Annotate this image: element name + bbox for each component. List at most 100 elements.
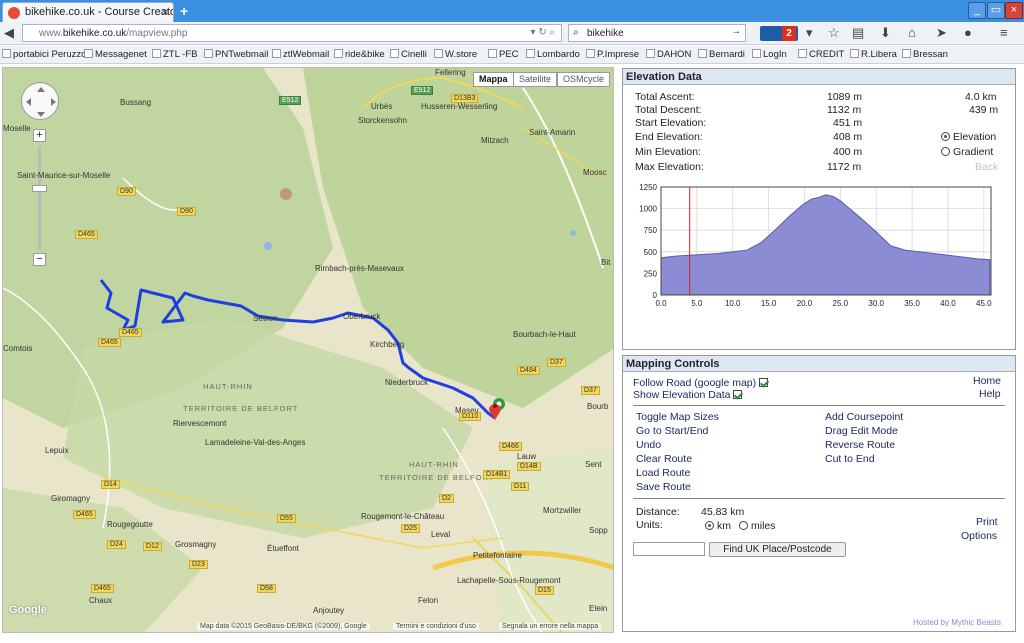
map-town-label: Niederbruck xyxy=(385,378,429,387)
road-badge: D465 xyxy=(91,584,114,593)
minimize-icon[interactable]: _ xyxy=(968,2,986,19)
back-arrow-icon[interactable]: ◀ xyxy=(4,25,14,41)
map-type-mappa[interactable]: Mappa xyxy=(473,72,514,87)
bookmark-item[interactable]: PNTwebmail xyxy=(204,49,268,60)
cursor-elevation: 439 m xyxy=(969,104,999,116)
stat-value: 408 m xyxy=(833,131,863,143)
bookmark-item[interactable]: Bernardi xyxy=(698,49,745,60)
bookmark-item[interactable]: Lombardo xyxy=(526,49,580,60)
bookmark-item[interactable]: PEC xyxy=(488,49,519,60)
url-bar[interactable]: www.bikehike.co.uk/mapview.php ▾ ↻ ⌕ xyxy=(22,24,562,42)
print-link[interactable]: Print xyxy=(976,516,998,528)
bookmark-item[interactable]: portabici Peruzzo xyxy=(2,49,86,60)
cut-to-end-link[interactable]: Cut to End xyxy=(825,453,875,465)
mail-count: 2 xyxy=(782,26,796,41)
road-badge: D23 xyxy=(189,560,208,569)
road-badge: D465 xyxy=(73,510,96,519)
browser-tab[interactable]: bikehike.co.uk - Course Creator × xyxy=(2,2,174,22)
tab-close-icon[interactable]: × xyxy=(162,5,169,19)
save-route-link[interactable]: Save Route xyxy=(636,481,691,493)
map-town-label: Etein xyxy=(589,604,608,613)
bookmark-item[interactable]: Messagenet xyxy=(84,49,147,60)
unit-miles-radio[interactable]: miles xyxy=(739,520,776,532)
maximize-icon[interactable]: ▭ xyxy=(987,2,1005,19)
toggle-map-sizes-link[interactable]: Toggle Map Sizes xyxy=(636,411,719,423)
stat-label: Min Elevation: xyxy=(635,146,701,158)
back-link[interactable]: Back xyxy=(975,161,998,173)
unit-km-radio[interactable]: km xyxy=(705,520,731,532)
clear-route-link[interactable]: Clear Route xyxy=(636,453,692,465)
bookmark-item[interactable]: ride&bike xyxy=(334,49,385,60)
bookmark-item[interactable]: ZTL -FB xyxy=(152,49,197,60)
map-town-label: Anjoutey xyxy=(313,606,345,615)
download-icon[interactable]: ⬇ xyxy=(880,25,891,41)
add-coursepoint-link[interactable]: Add Coursepoint xyxy=(825,411,903,423)
place-postcode-input[interactable] xyxy=(633,542,705,556)
road-badge: D11 xyxy=(511,482,530,491)
show-elevation-option[interactable]: Show Elevation Data xyxy=(633,389,743,401)
options-link[interactable]: Options xyxy=(961,530,997,542)
zoom-slider-handle[interactable] xyxy=(32,185,47,192)
chat-icon[interactable]: ● xyxy=(964,25,972,40)
elevation-panel: Elevation Data Total Ascent: 1089 m Tota… xyxy=(622,68,1016,350)
road-badge: D465 xyxy=(75,230,98,239)
drag-edit-mode-link[interactable]: Drag Edit Mode xyxy=(825,425,898,437)
bookmark-item[interactable]: Bressan xyxy=(902,49,948,60)
find-place-button[interactable]: Find UK Place/Postcode xyxy=(709,542,846,557)
map-town-label: Giromagny xyxy=(51,494,91,503)
map-type-osmcycle[interactable]: OSMcycle xyxy=(557,72,611,87)
elevation-panel-title: Elevation Data xyxy=(623,69,1015,85)
bookmark-item[interactable]: W.store xyxy=(434,49,477,60)
route-map[interactable]: + − Mappa Satellite OSMcycle Bussang Urb… xyxy=(2,67,614,633)
map-pan-control[interactable] xyxy=(21,82,59,120)
home-link[interactable]: Home xyxy=(973,375,1001,387)
bookmark-item[interactable]: LogIn xyxy=(752,49,787,60)
bookmark-item[interactable]: CREDIT xyxy=(798,49,844,60)
bookmark-item[interactable]: Cinelli xyxy=(390,49,427,60)
bookmark-item[interactable]: R.Libera xyxy=(850,49,897,60)
bookmark-item[interactable]: P.Imprese xyxy=(586,49,639,60)
follow-road-option[interactable]: Follow Road (google map) xyxy=(633,377,769,389)
zoom-in-button[interactable]: + xyxy=(33,129,46,142)
road-badge: D14 xyxy=(101,480,120,489)
reverse-route-link[interactable]: Reverse Route xyxy=(825,439,895,451)
checkbox-icon xyxy=(733,390,743,399)
bookmark-item[interactable]: DAHON xyxy=(646,49,691,60)
radio-icon xyxy=(705,521,714,530)
go-to-start-end-link[interactable]: Go to Start/End xyxy=(636,425,708,437)
terms-link[interactable]: Termini e condizioni d'uso xyxy=(393,623,479,630)
elevation-chart[interactable]: 0 250 500 750 1000 1250 0.0 5.0 10.0 15.0 20.0 25.0… xyxy=(629,181,1009,311)
pan-arrows-icon xyxy=(26,87,56,117)
load-route-link[interactable]: Load Route xyxy=(636,467,690,479)
map-town-label: Lamadeleine-Val-des-Anges xyxy=(205,438,306,447)
search-input[interactable]: ⌕ bikehike → xyxy=(568,24,746,42)
radio-icon xyxy=(739,521,748,530)
bookmark-star-icon[interactable]: ☆ xyxy=(828,25,840,41)
road-badge: D37 xyxy=(581,386,600,395)
search-go-icon[interactable]: → xyxy=(731,26,741,37)
distance-value: 45.83 km xyxy=(701,506,745,518)
report-error-link[interactable]: Segnala un errore nella mappa xyxy=(499,623,602,630)
home-icon[interactable]: ⌂ xyxy=(908,25,916,40)
undo-link[interactable]: Undo xyxy=(636,439,661,451)
map-canvas xyxy=(3,68,613,632)
chart-x-tick-label: 20.0 xyxy=(797,299,813,308)
zoom-out-button[interactable]: − xyxy=(33,253,46,266)
dropdown-icon[interactable]: ▾ xyxy=(806,25,813,41)
help-link[interactable]: Help xyxy=(979,388,1001,400)
bookmark-item[interactable]: ztlWebmail xyxy=(272,49,329,60)
new-tab-icon[interactable]: + xyxy=(180,3,188,19)
map-type-satellite[interactable]: Satellite xyxy=(513,72,558,87)
gradient-radio[interactable]: Gradient xyxy=(941,146,993,158)
road-badge: D25 xyxy=(401,524,420,533)
close-window-icon[interactable]: × xyxy=(1005,2,1023,19)
mail-notifier[interactable]: 2 xyxy=(760,26,798,41)
map-attribution: Map data ©2015 GeoBasis-DE/BKG (©2009), … xyxy=(197,623,370,630)
elevation-radio[interactable]: Elevation xyxy=(941,131,996,143)
reload-icon[interactable]: ▾ ↻ ⌕ xyxy=(530,27,555,38)
send-icon[interactable]: ➤ xyxy=(936,25,947,41)
menu-icon[interactable]: ≡ xyxy=(1000,25,1008,40)
zoom-slider[interactable] xyxy=(38,146,41,250)
mapping-controls-panel: Mapping Controls Follow Road (google map… xyxy=(622,355,1016,632)
clipboard-icon[interactable]: ▤ xyxy=(852,25,864,41)
